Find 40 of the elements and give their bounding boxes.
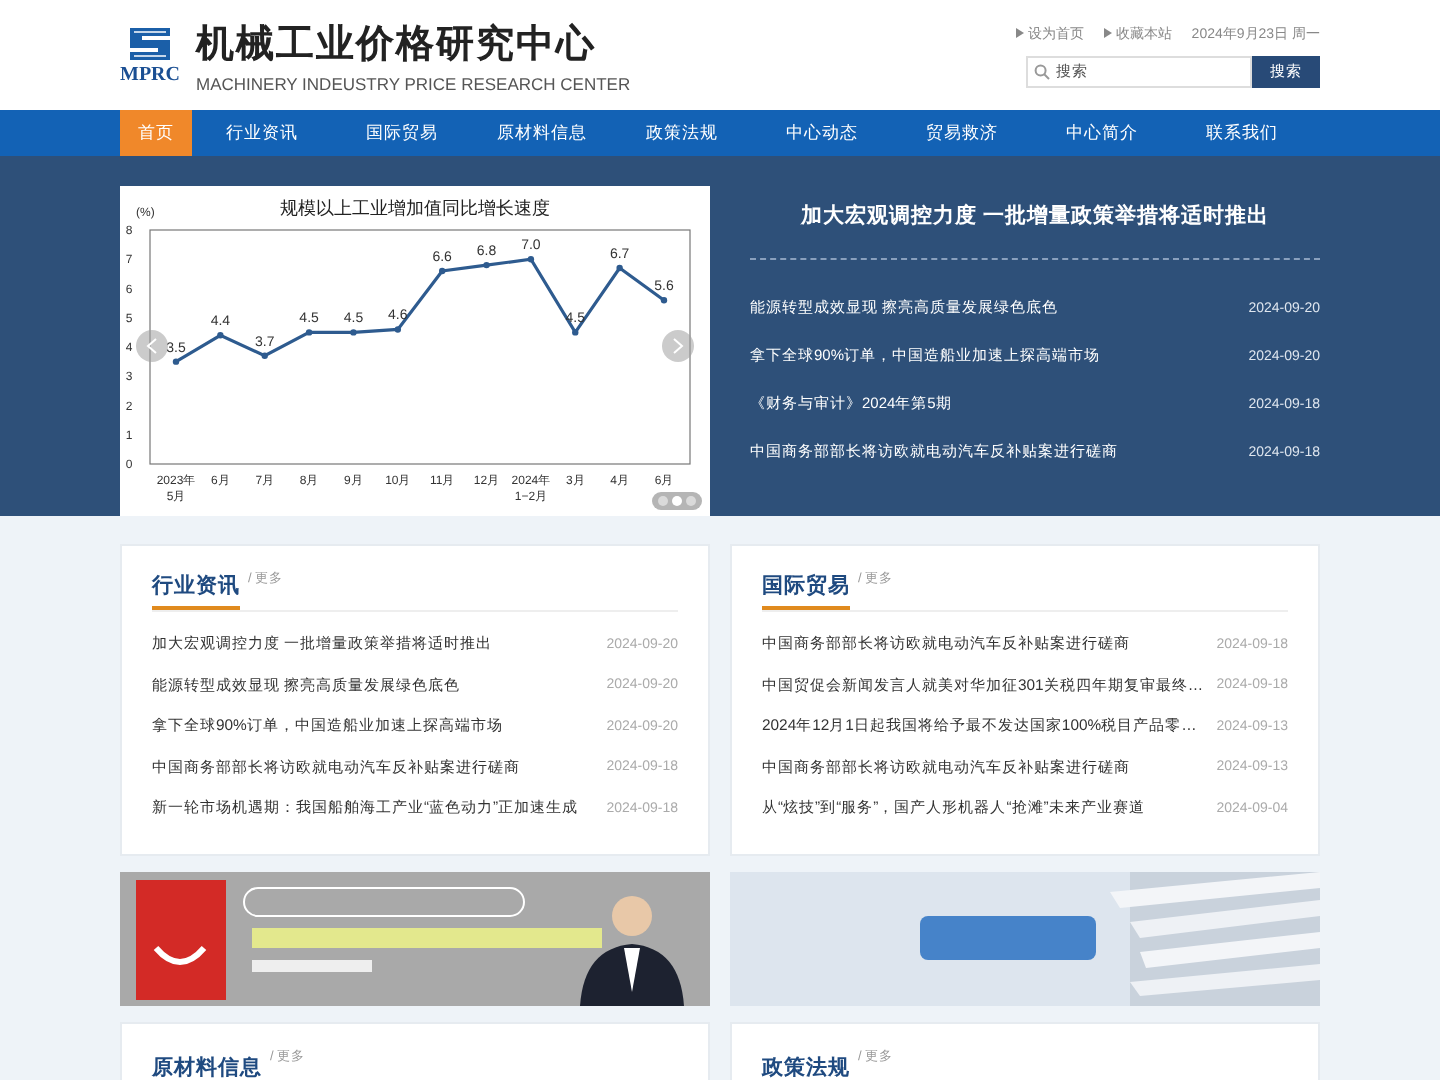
data-point xyxy=(305,329,313,336)
data-point xyxy=(616,264,623,272)
slide-dot[interactable] xyxy=(672,496,682,506)
nav-item[interactable]: 行业资讯 xyxy=(192,110,332,156)
triangle-icon xyxy=(1015,28,1024,38)
nav-item[interactable]: 原材料信息 xyxy=(472,110,612,156)
site-title: 机械工业价格研究中心 xyxy=(196,21,598,69)
data-point xyxy=(439,267,446,275)
section-title: 原材料信息 xyxy=(152,1054,262,1080)
next-button[interactable] xyxy=(662,330,694,362)
data-point xyxy=(572,329,579,336)
section-title: 行业资讯 xyxy=(152,572,240,610)
logo-icon xyxy=(126,24,174,64)
nav-item[interactable]: 贸易救济 xyxy=(892,110,1032,156)
slide-dot[interactable] xyxy=(658,496,668,506)
chart-title: 规模以上工业增加值同比增长速度 xyxy=(280,198,550,218)
data-point xyxy=(394,326,401,333)
data-point xyxy=(172,358,180,365)
nav-item[interactable]: 中心简介 xyxy=(1032,110,1172,156)
data-point xyxy=(660,297,668,304)
triangle-icon xyxy=(1103,28,1112,38)
nav-item[interactable]: 中心动态 xyxy=(752,110,892,156)
nav-item[interactable]: 联系我们 xyxy=(1172,110,1312,156)
chevron-right-icon xyxy=(672,338,684,354)
logo-text: MPRC xyxy=(120,64,180,86)
slide-dot[interactable] xyxy=(686,496,696,506)
search-icon xyxy=(1034,63,1050,79)
data-point xyxy=(350,329,357,336)
prev-button[interactable] xyxy=(136,330,168,362)
site-subtitle: MACHINERY INDEUSTRY PRICE RESEARCH CENTER xyxy=(196,73,631,93)
nav-item[interactable]: 国际贸易 xyxy=(332,110,472,156)
headline-link[interactable]: 加大宏观调控力度 一批增量政策举措将适时推出 xyxy=(750,186,1320,260)
data-point xyxy=(217,332,224,339)
section-title: 国际贸易 xyxy=(762,572,850,610)
chevron-left-icon xyxy=(146,338,158,354)
nav-item[interactable]: 政策法规 xyxy=(612,110,752,156)
data-point xyxy=(527,256,535,263)
section-title: 政策法规 xyxy=(762,1054,850,1080)
data-point xyxy=(483,261,490,269)
data-point xyxy=(261,352,268,359)
